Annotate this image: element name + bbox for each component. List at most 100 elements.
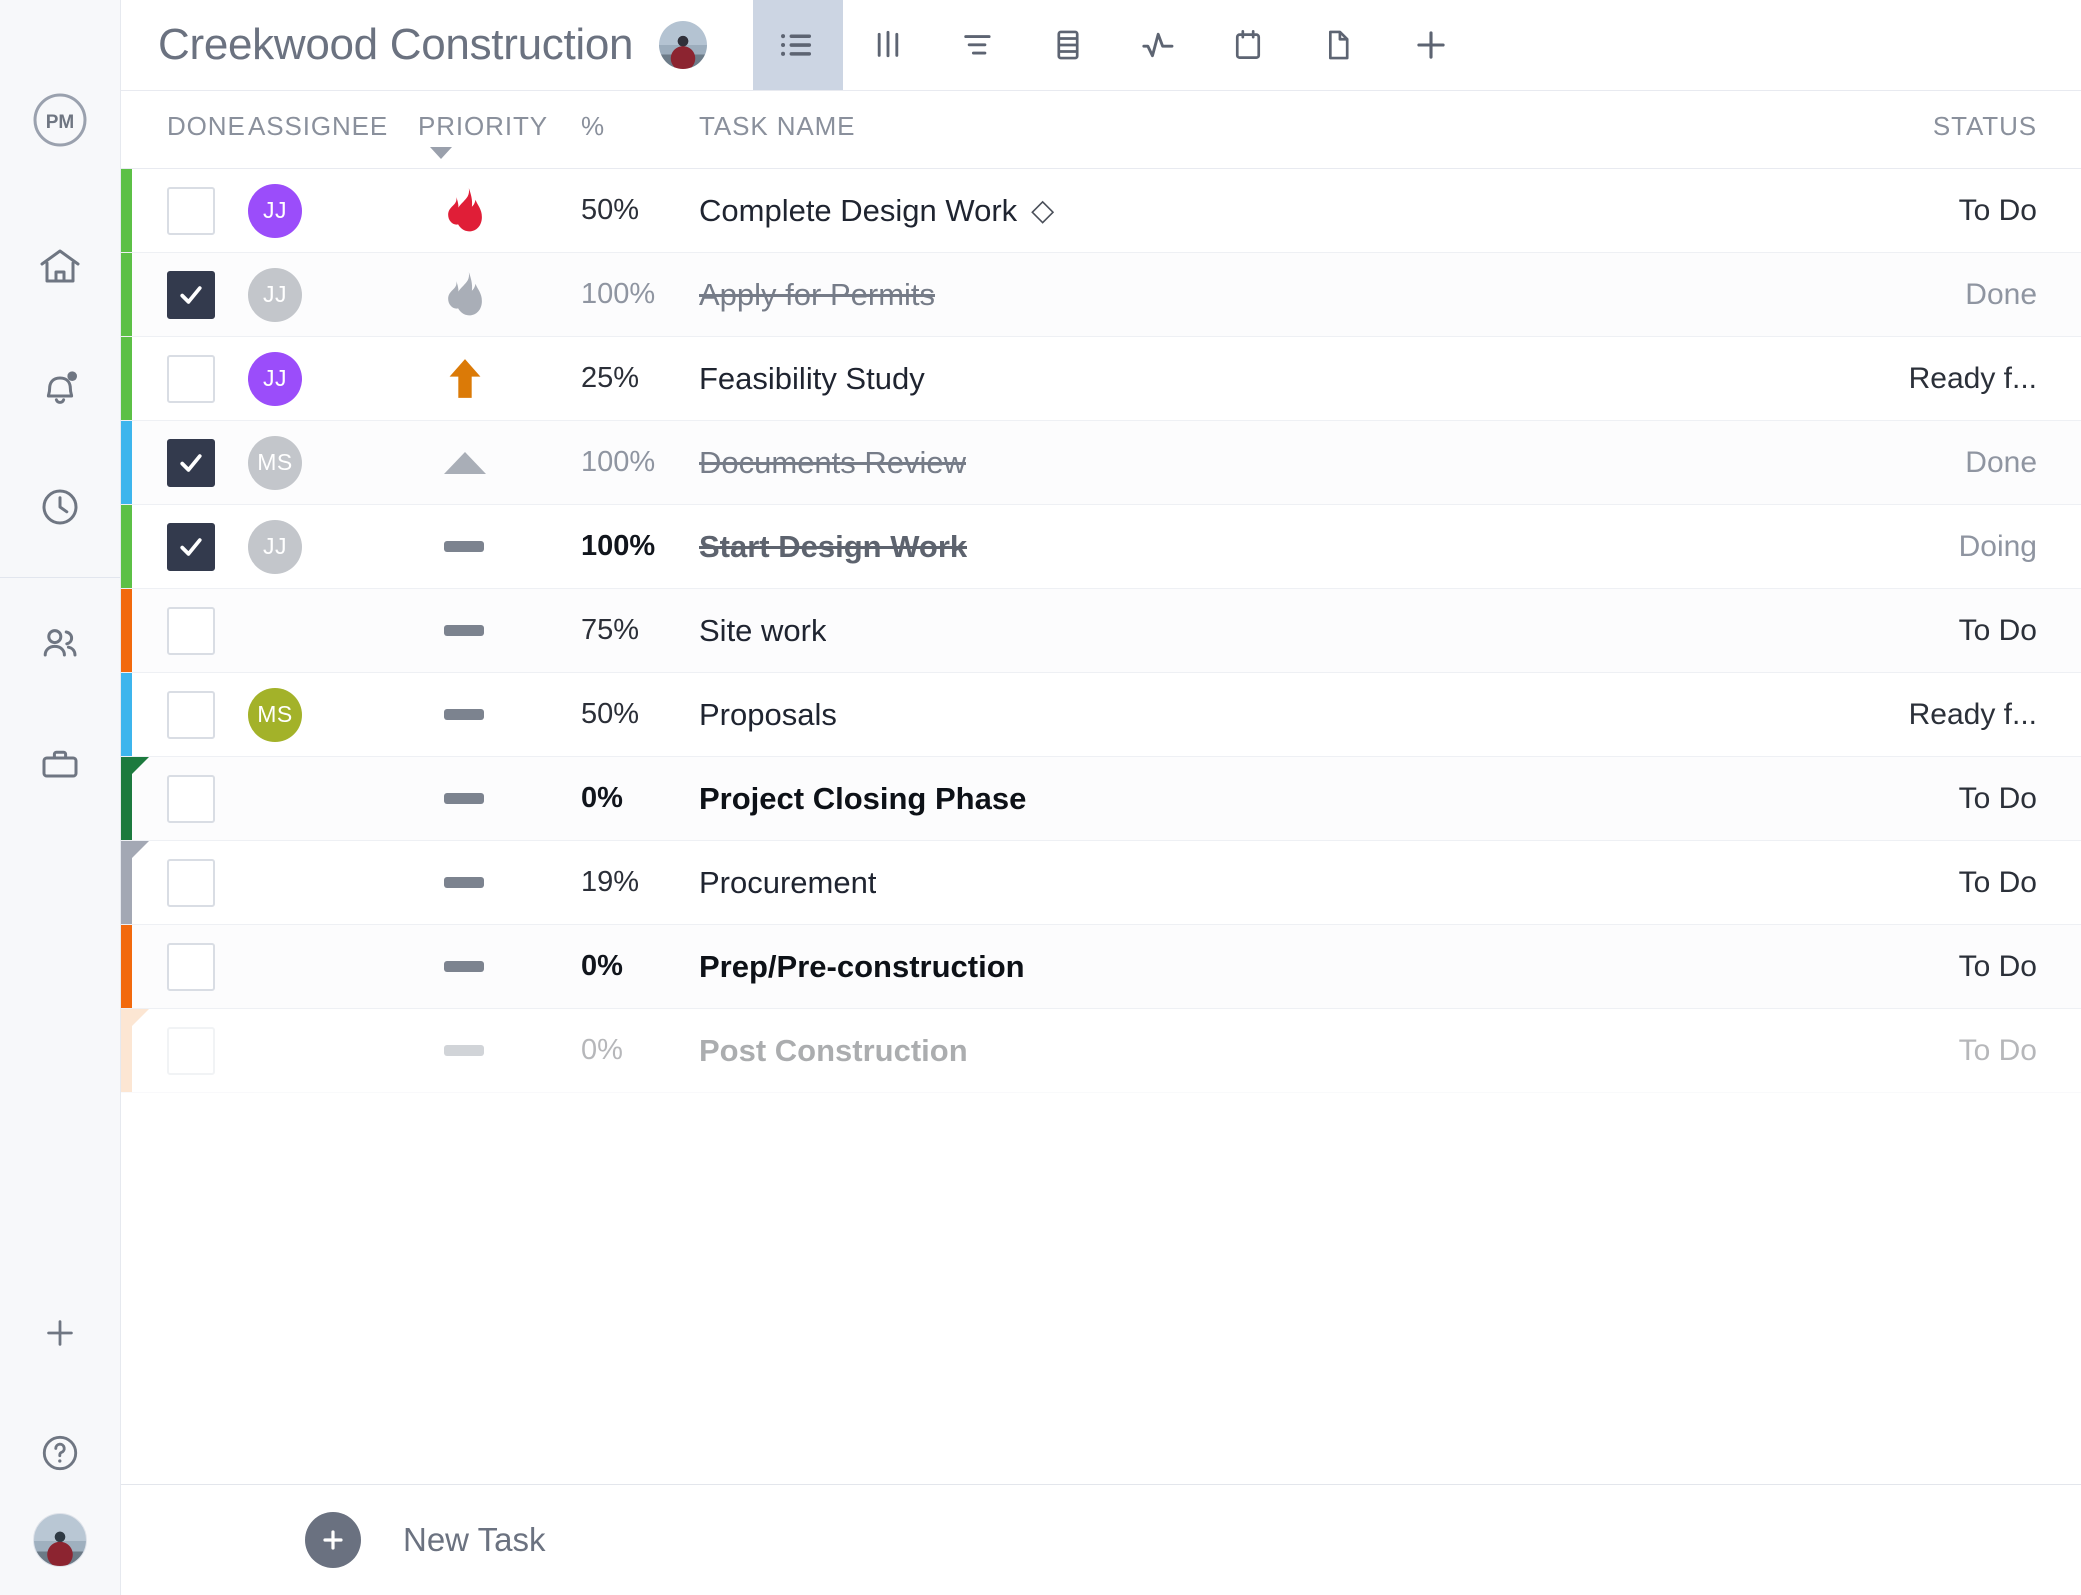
priority-indicator[interactable] [418,452,567,474]
tab-list-view[interactable] [753,0,843,90]
done-checkbox[interactable] [167,355,215,403]
assignee-avatar[interactable]: JJ [248,520,302,574]
assignee-avatar[interactable]: JJ [248,268,302,322]
column-header-priority[interactable]: PRIORITY [418,111,567,142]
task-name-label[interactable]: Post Construction [699,1033,968,1069]
priority-indicator[interactable] [418,1045,567,1056]
priority-indicator[interactable] [418,709,567,720]
table-row[interactable]: 75% Site work To Do [121,589,2081,673]
table-row[interactable]: JJ 50% Complete Design Work◇ To Do [121,169,2081,253]
tab-gantt-view[interactable] [933,0,1023,90]
percent-complete-value[interactable]: 50% [581,698,639,731]
assignee-avatar[interactable]: JJ [248,184,302,238]
table-row[interactable]: MS 100% Documents Review Done [121,421,2081,505]
new-task-button[interactable]: New Task [121,1484,2081,1595]
project-owner-avatar[interactable] [659,21,707,69]
percent-complete-value[interactable]: 100% [581,530,655,563]
priority-indicator[interactable] [418,793,567,804]
user-avatar[interactable] [33,1513,87,1567]
status-badge[interactable]: To Do [1959,1034,2037,1068]
task-name-label[interactable]: Feasibility Study [699,361,925,397]
percent-complete-value[interactable]: 25% [581,362,639,395]
done-checkbox[interactable] [167,943,215,991]
status-badge[interactable]: To Do [1959,866,2037,900]
status-badge[interactable]: To Do [1959,614,2037,648]
status-badge[interactable]: Done [1965,446,2037,480]
done-checkbox[interactable] [167,607,215,655]
percent-complete-value[interactable]: 0% [581,1034,623,1067]
sidebar-item-timesheets[interactable] [0,447,120,567]
sidebar-item-notifications[interactable] [0,327,120,447]
column-header-percent[interactable]: % [567,111,687,142]
status-badge[interactable]: To Do [1959,950,2037,984]
percent-complete-value[interactable]: 19% [581,866,639,899]
task-name-label[interactable]: Procurement [699,865,876,901]
pm-logo[interactable]: PM [32,92,88,153]
priority-indicator[interactable] [418,877,567,888]
cell-task-name: Site work [687,589,1871,672]
done-checkbox[interactable] [167,1027,215,1075]
assignee-avatar[interactable]: MS [248,688,302,742]
sidebar-item-people[interactable] [0,584,120,704]
percent-complete-value[interactable]: 100% [581,278,655,311]
column-header-assignee[interactable]: ASSIGNEE [248,111,418,142]
status-badge[interactable]: Ready f... [1909,362,2037,396]
task-name-label[interactable]: Site work [699,613,826,649]
status-badge[interactable]: To Do [1959,782,2037,816]
task-name-label[interactable]: Proposals [699,697,837,733]
table-row[interactable]: JJ 100% Start Design Work Doing [121,505,2081,589]
column-header-status[interactable]: STATUS [1871,111,2081,142]
priority-indicator[interactable] [418,355,567,403]
priority-indicator[interactable] [418,541,567,552]
done-checkbox[interactable] [167,775,215,823]
task-list[interactable]: JJ 50% Complete Design Work◇ To Do JJ 100% App… [121,169,2081,1484]
table-row[interactable]: 0% Prep/Pre-construction To Do [121,925,2081,1009]
task-name-label[interactable]: Documents Review [699,445,966,481]
sidebar-item-home[interactable] [0,207,120,327]
priority-indicator[interactable] [418,270,567,320]
sidebar-item-portfolio[interactable] [0,704,120,824]
done-checkbox[interactable] [167,187,215,235]
table-row[interactable]: 0% Project Closing Phase To Do [121,757,2081,841]
task-name-label[interactable]: Prep/Pre-construction [699,949,1025,985]
tab-files-view[interactable] [1293,0,1383,90]
tab-add-view[interactable] [1383,0,1478,90]
sidebar-item-help[interactable] [0,1393,120,1513]
task-name-label[interactable]: Apply for Permits [699,277,935,313]
assignee-avatar[interactable]: JJ [248,352,302,406]
priority-indicator[interactable] [418,961,567,972]
home-icon [36,243,84,291]
column-header-done[interactable]: DONE [145,111,248,142]
done-checkbox[interactable] [167,271,215,319]
column-header-task-name[interactable]: TASK NAME [687,111,1871,142]
status-badge[interactable]: Done [1965,278,2037,312]
table-row[interactable]: 0% Post Construction To Do [121,1009,2081,1093]
percent-complete-value[interactable]: 0% [581,950,623,983]
done-checkbox[interactable] [167,439,215,487]
priority-indicator[interactable] [418,625,567,636]
tab-board-view[interactable] [843,0,933,90]
assignee-avatar[interactable]: MS [248,436,302,490]
percent-complete-value[interactable]: 75% [581,614,639,647]
tab-sheet-view[interactable] [1023,0,1113,90]
done-checkbox[interactable] [167,859,215,907]
tab-activity-view[interactable] [1113,0,1203,90]
task-name-label[interactable]: Start Design Work [699,529,967,565]
table-row[interactable]: JJ 100% Apply for Permits Done [121,253,2081,337]
tab-calendar-view[interactable] [1203,0,1293,90]
status-badge[interactable]: To Do [1959,194,2037,228]
sidebar-item-add[interactable] [0,1273,120,1393]
status-badge[interactable]: Ready f... [1909,698,2037,732]
table-row[interactable]: JJ 25% Feasibility Study Ready f... [121,337,2081,421]
status-badge[interactable]: Doing [1959,530,2037,564]
done-checkbox[interactable] [167,523,215,571]
percent-complete-value[interactable]: 0% [581,782,623,815]
task-name-label[interactable]: Complete Design Work◇ [699,193,1054,229]
percent-complete-value[interactable]: 100% [581,446,655,479]
done-checkbox[interactable] [167,691,215,739]
table-row[interactable]: 19% Procurement To Do [121,841,2081,925]
priority-indicator[interactable] [418,186,567,236]
task-name-label[interactable]: Project Closing Phase [699,781,1026,817]
percent-complete-value[interactable]: 50% [581,194,639,227]
table-row[interactable]: MS 50% Proposals Ready f... [121,673,2081,757]
